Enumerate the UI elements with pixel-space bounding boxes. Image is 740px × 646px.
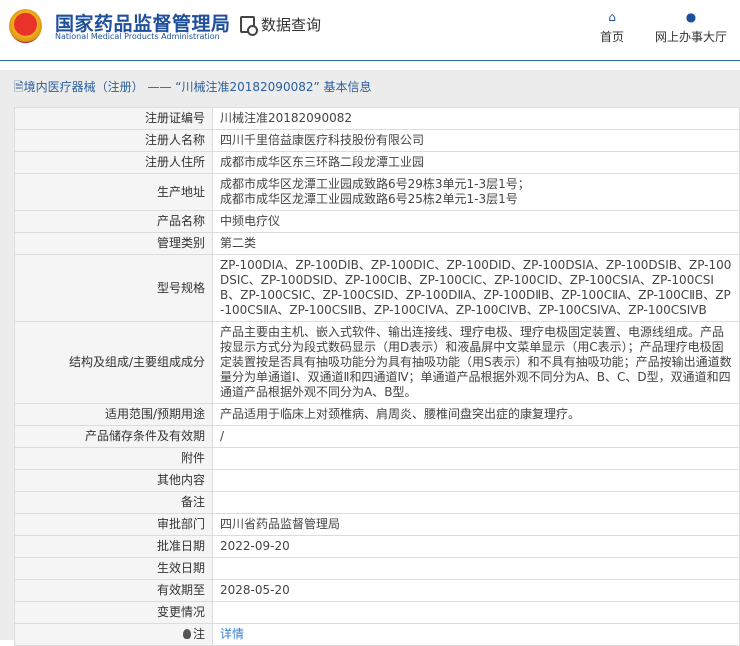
field-value: / <box>212 425 740 448</box>
field-label: 产品名称 <box>14 210 213 233</box>
field-label: 审批部门 <box>14 513 213 536</box>
breadcrumb-text: 境内医疗器械（注册） —— “川械注准20182090082” 基本信息 <box>23 80 372 94</box>
table-row: 管理类别 第二类 <box>14 232 740 255</box>
note-label: 注 <box>14 623 213 646</box>
field-label: 管理类别 <box>14 232 213 255</box>
field-label: 注册证编号 <box>14 107 213 130</box>
table-row: 生效日期 <box>14 557 740 580</box>
details-link[interactable]: 详情 <box>220 627 244 641</box>
field-value: 四川省药品监督管理局 <box>212 513 740 536</box>
user-icon: ● <box>685 10 697 24</box>
field-value: 川械注准20182090082 <box>212 107 740 130</box>
field-value: 产品主要由主机、嵌入式软件、输出连接线、理疗电极、理疗电极固定装置、电源线组成。… <box>212 321 740 404</box>
table-row: 批准日期 2022-09-20 <box>14 535 740 558</box>
site-subtitle: National Medical Products Administration <box>55 32 220 41</box>
lightbulb-icon <box>182 629 191 639</box>
document-search-icon <box>240 16 258 36</box>
field-value <box>212 557 740 580</box>
field-value: 成都市成华区龙潭工业园成致路6号29栋3单元1-3层1号； 成都市成华区龙潭工业… <box>212 173 740 211</box>
data-query-label: 数据查询 <box>261 16 322 34</box>
home-icon: ⌂ <box>608 10 616 24</box>
nav-home[interactable]: ⌂ 首页 <box>600 10 624 45</box>
field-label: 适用范围/预期用途 <box>14 403 213 426</box>
table-row: 生产地址 成都市成华区龙潭工业园成致路6号29栋3单元1-3层1号； 成都市成华区… <box>14 173 740 211</box>
field-label: 型号规格 <box>14 254 213 322</box>
breadcrumb: 🗎境内医疗器械（注册） —— “川械注准20182090082” 基本信息 <box>14 80 372 94</box>
table-row: 产品名称 中频电疗仪 <box>14 210 740 233</box>
field-value: 成都市成华区东三环路二段龙潭工业园 <box>212 151 740 174</box>
nav-home-label: 首页 <box>600 30 625 44</box>
field-label: 注册人名称 <box>14 129 213 152</box>
field-value: 2028-05-20 <box>212 579 740 602</box>
field-label: 其他内容 <box>14 469 213 492</box>
nav-online-hall-label: 网上办事大厅 <box>655 30 728 44</box>
field-label: 生产地址 <box>14 173 213 211</box>
field-label: 生效日期 <box>14 557 213 580</box>
field-value <box>212 491 740 514</box>
field-value <box>212 447 740 470</box>
note-row: 注 详情 <box>14 623 740 646</box>
table-row: 附件 <box>14 447 740 470</box>
detail-table: 注册证编号 川械注准20182090082 注册人名称 四川千里倍益康医疗科技股份有限… <box>14 107 740 646</box>
site-header: 国家药品监督管理局 National Medical Products Admi… <box>0 0 740 61</box>
table-row: 变更情况 <box>14 601 740 624</box>
field-label: 产品储存条件及有效期 <box>14 425 213 448</box>
national-emblem-logo <box>9 9 42 43</box>
field-value: 第二类 <box>212 232 740 255</box>
note-label-text: 注 <box>192 627 205 641</box>
content-panel: 🗎境内医疗器械（注册） —— “川械注准20182090082” 基本信息 注册… <box>0 70 740 646</box>
field-label: 批准日期 <box>14 535 213 558</box>
field-label: 变更情况 <box>14 601 213 624</box>
table-row: 其他内容 <box>14 469 740 492</box>
field-label: 备注 <box>14 491 213 514</box>
table-row: 审批部门 四川省药品监督管理局 <box>14 513 740 536</box>
table-row: 有效期至 2028-05-20 <box>14 579 740 602</box>
table-row: 型号规格 ZP-100DⅠA、ZP-100DⅠB、ZP-100DⅠC、ZP-100… <box>14 254 740 322</box>
field-value: ZP-100DⅠA、ZP-100DⅠB、ZP-100DⅠC、ZP-100DⅠD、… <box>212 254 740 322</box>
table-row: 适用范围/预期用途 产品适用于临床上对颈椎病、肩周炎、腰椎间盘突出症的康复理疗。 <box>14 403 740 426</box>
table-row: 注册人住所 成都市成华区东三环路二段龙潭工业园 <box>14 151 740 174</box>
nav-online-hall[interactable]: ● 网上办事大厅 <box>655 10 727 45</box>
table-row: 备注 <box>14 491 740 514</box>
field-label: 有效期至 <box>14 579 213 602</box>
table-row: 产品储存条件及有效期 / <box>14 425 740 448</box>
field-value: 中频电疗仪 <box>212 210 740 233</box>
field-label: 结构及组成/主要组成成分 <box>14 321 213 404</box>
field-label: 附件 <box>14 447 213 470</box>
table-row: 注册人名称 四川千里倍益康医疗科技股份有限公司 <box>14 129 740 152</box>
field-label: 注册人住所 <box>14 151 213 174</box>
field-value <box>212 469 740 492</box>
table-row: 结构及组成/主要组成成分 产品主要由主机、嵌入式软件、输出连接线、理疗电极、理疗电… <box>14 321 740 404</box>
table-row: 注册证编号 川械注准20182090082 <box>14 107 740 130</box>
field-value <box>212 601 740 624</box>
field-value: 四川千里倍益康医疗科技股份有限公司 <box>212 129 740 152</box>
field-value: 产品适用于临床上对颈椎病、肩周炎、腰椎间盘突出症的康复理疗。 <box>212 403 740 426</box>
data-query-link[interactable]: 数据查询 <box>240 14 322 36</box>
field-value: 2022-09-20 <box>212 535 740 558</box>
